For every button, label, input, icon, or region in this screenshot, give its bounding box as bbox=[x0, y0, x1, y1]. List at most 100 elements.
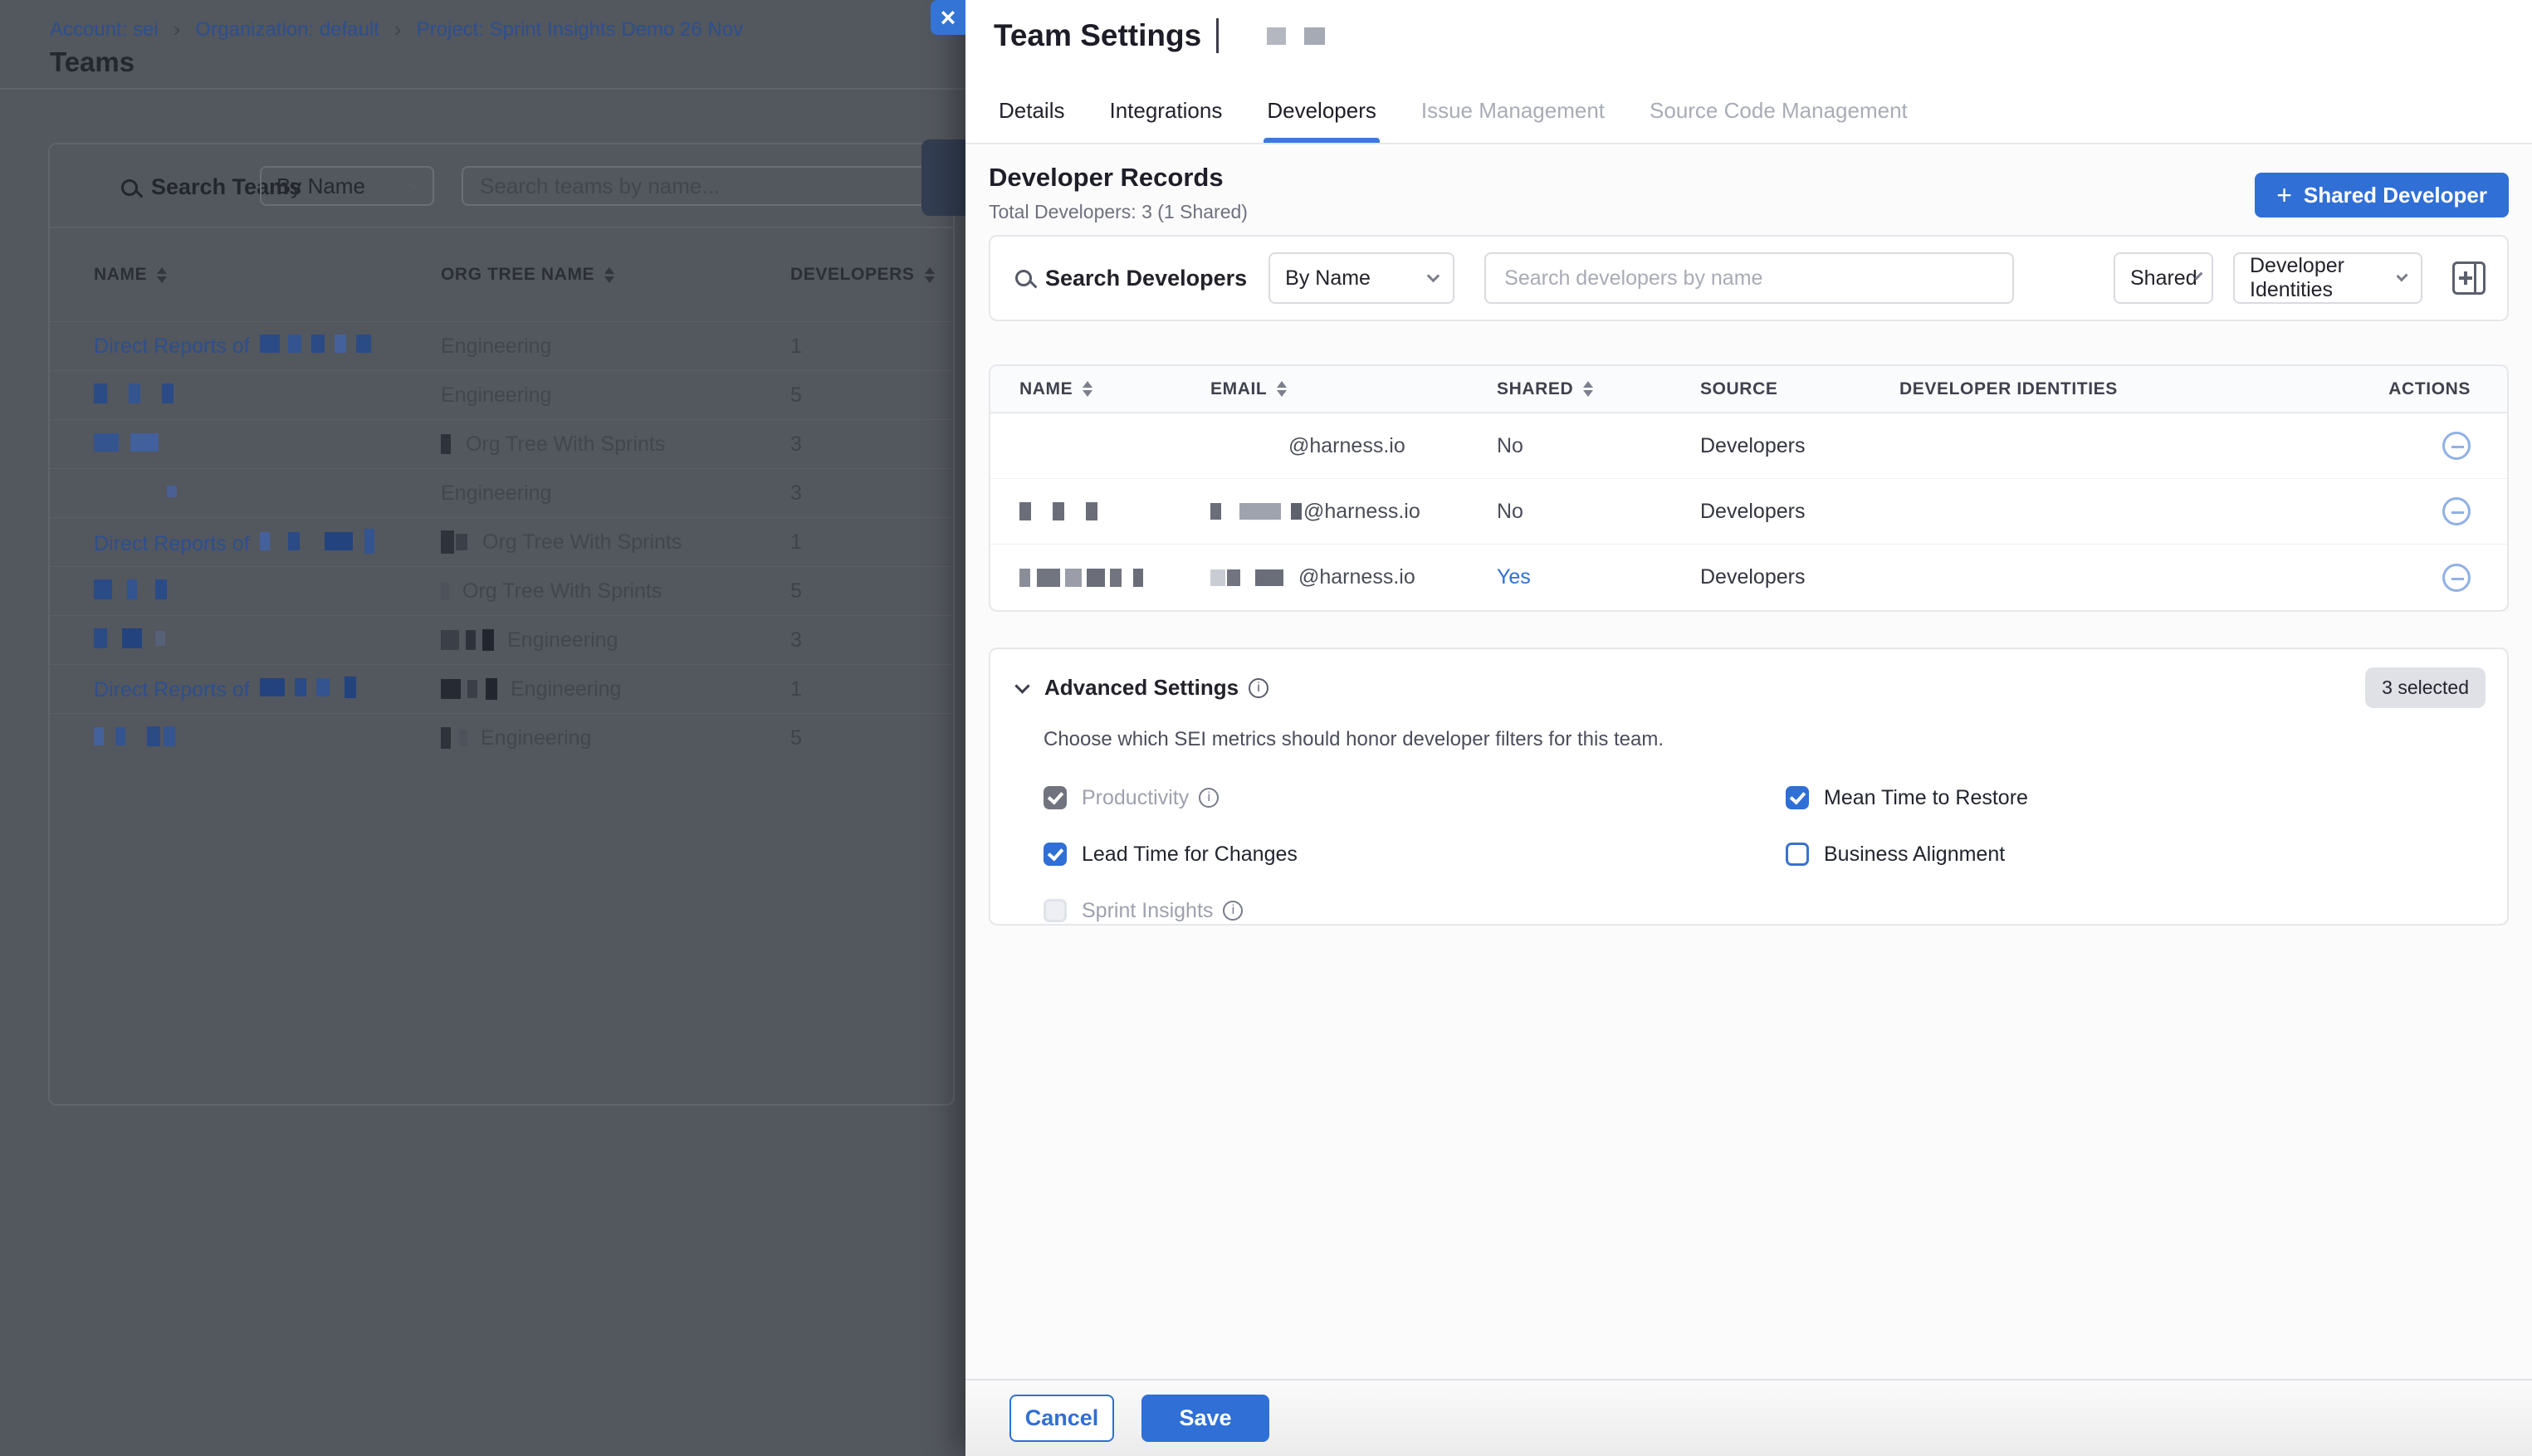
breadcrumb-item[interactable]: Project: Sprint Insights Demo 26 Nov bbox=[417, 18, 744, 42]
developer-row[interactable]: @harness.ioNoDevelopers bbox=[990, 413, 2507, 479]
column-header-name[interactable]: NAME bbox=[1019, 379, 1210, 399]
breadcrumb-separator: › bbox=[394, 17, 402, 42]
table-row[interactable]: Engineering3 bbox=[50, 615, 953, 664]
team-name-link[interactable]: Direct Reports of bbox=[94, 532, 250, 555]
metric-label: Business Alignment bbox=[1824, 843, 2005, 867]
team-name-cell bbox=[94, 486, 441, 501]
sort-icon[interactable] bbox=[925, 267, 935, 283]
table-row[interactable]: Engineering3 bbox=[50, 468, 953, 517]
developer-row[interactable]: @harness.ioNoDevelopers bbox=[990, 479, 2507, 545]
breadcrumb-item[interactable]: Account: sei bbox=[50, 18, 159, 42]
team-name-cell: Direct Reports of bbox=[94, 335, 441, 359]
redacted-org-prefix bbox=[441, 678, 504, 700]
close-button[interactable]: × bbox=[931, 0, 965, 35]
column-header-name[interactable]: NAME bbox=[94, 265, 441, 285]
checkbox-mean-time-to-restore[interactable] bbox=[1786, 786, 1809, 809]
actions-cell bbox=[2364, 497, 2471, 525]
metrics-grid: ProductivityiLead Time for ChangesSprint… bbox=[1044, 776, 2486, 932]
teams-search-bar: Search Teams By Name bbox=[50, 144, 953, 228]
developer-email-cell: @harness.io bbox=[1210, 565, 1497, 589]
metrics-column-1: ProductivityiLead Time for ChangesSprint… bbox=[1044, 776, 1786, 932]
redacted-developer-name bbox=[1019, 502, 1097, 520]
checkbox-business-alignment[interactable] bbox=[1786, 843, 1809, 866]
redacted-team-name bbox=[260, 335, 371, 353]
email-domain: @harness.io bbox=[1288, 434, 1405, 458]
chevron-down-icon bbox=[1427, 269, 1440, 282]
shared-developer-button[interactable]: + Shared Developer bbox=[2255, 173, 2509, 217]
search-icon bbox=[121, 179, 138, 196]
text-cursor bbox=[1216, 18, 1219, 53]
org-tree-name: Org Tree With Sprints bbox=[466, 432, 665, 457]
table-row[interactable]: Direct Reports ofOrg Tree With Sprints1 bbox=[50, 517, 953, 566]
developers-count: 5 bbox=[790, 579, 928, 603]
developer-row[interactable]: @harness.ioYesDevelopers bbox=[990, 545, 2507, 610]
developer-name-cell bbox=[1019, 569, 1210, 587]
redacted-org-prefix bbox=[441, 434, 459, 454]
tab-integrations[interactable]: Integrations bbox=[1106, 93, 1225, 143]
info-icon[interactable]: i bbox=[1199, 788, 1219, 808]
selected-count-badge: 3 selected bbox=[2365, 667, 2486, 708]
drawer-title: Team Settings bbox=[994, 18, 1201, 53]
team-settings-drawer: × Team Settings DetailsIntegrationsDevel… bbox=[965, 0, 2532, 1456]
column-header-email[interactable]: EMAIL bbox=[1210, 379, 1497, 399]
developer-identities-filter-select[interactable]: Developer Identities bbox=[2233, 252, 2422, 304]
table-row[interactable]: Engineering5 bbox=[50, 713, 953, 762]
add-column-icon[interactable] bbox=[2452, 261, 2486, 295]
save-button[interactable]: Save bbox=[1141, 1395, 1269, 1442]
developers-count: 5 bbox=[790, 726, 928, 750]
team-name-link[interactable]: Direct Reports of bbox=[94, 678, 250, 701]
table-row[interactable]: Engineering5 bbox=[50, 370, 953, 419]
drawer-title-row: Team Settings bbox=[994, 18, 1325, 53]
sort-icon[interactable] bbox=[604, 267, 614, 283]
advanced-settings-card: Advanced Settings i 3 selected Choose wh… bbox=[989, 647, 2509, 926]
metric-lead-time-for-changes: Lead Time for Changes bbox=[1044, 833, 1786, 876]
table-row[interactable]: Org Tree With Sprints3 bbox=[50, 419, 953, 468]
metric-label: Mean Time to Restore bbox=[1824, 786, 2028, 810]
checkbox-lead-time-for-changes[interactable] bbox=[1044, 843, 1067, 866]
org-tree-cell: Engineering bbox=[441, 726, 790, 750]
column-label: EMAIL bbox=[1210, 379, 1267, 399]
close-icon: × bbox=[941, 2, 956, 33]
org-tree-cell: Org Tree With Sprints bbox=[441, 579, 790, 603]
sort-icon[interactable] bbox=[1583, 381, 1593, 397]
tab-details[interactable]: Details bbox=[995, 93, 1068, 143]
search-developers-label: Search Developers bbox=[1015, 266, 1247, 291]
sort-icon[interactable] bbox=[157, 267, 167, 283]
column-header-org-tree-name[interactable]: ORG TREE NAME bbox=[441, 265, 790, 285]
redacted-org-prefix bbox=[441, 727, 474, 749]
table-row[interactable]: Direct Reports ofEngineering1 bbox=[50, 321, 953, 370]
column-header-source: SOURCE bbox=[1700, 379, 1899, 399]
tab-developers[interactable]: Developers bbox=[1264, 93, 1380, 143]
org-tree-name: Engineering bbox=[511, 677, 621, 701]
email-domain: @harness.io bbox=[1298, 565, 1415, 589]
breadcrumb-item[interactable]: Organization: default bbox=[195, 18, 379, 42]
team-name-link[interactable]: Direct Reports of bbox=[94, 335, 250, 358]
org-tree-cell: Engineering bbox=[441, 384, 790, 408]
search-developers-input[interactable] bbox=[1484, 252, 2014, 304]
cancel-button[interactable]: Cancel bbox=[1009, 1395, 1114, 1442]
remove-developer-icon[interactable] bbox=[2442, 497, 2471, 525]
sort-icon[interactable] bbox=[1083, 381, 1092, 397]
org-tree-name: Org Tree With Sprints bbox=[482, 530, 682, 555]
teams-filter-select[interactable]: By Name bbox=[260, 166, 434, 206]
sort-icon[interactable] bbox=[1277, 381, 1287, 397]
drawer-content: Developer Records Total Developers: 3 (1… bbox=[965, 146, 2532, 1379]
table-row[interactable]: Org Tree With Sprints5 bbox=[50, 566, 953, 615]
developer-filter-select[interactable]: By Name bbox=[1268, 252, 1454, 304]
column-header-shared[interactable]: SHARED bbox=[1497, 379, 1700, 399]
info-icon[interactable]: i bbox=[1249, 678, 1268, 698]
shared-filter-select[interactable]: Shared bbox=[2114, 252, 2213, 304]
table-row[interactable]: Direct Reports ofEngineering1 bbox=[50, 664, 953, 713]
chevron-down-icon[interactable] bbox=[1014, 678, 1029, 693]
remove-developer-icon[interactable] bbox=[2442, 564, 2471, 592]
org-tree-cell: Engineering bbox=[441, 628, 790, 652]
column-header-developers[interactable]: DEVELOPERS bbox=[790, 265, 935, 285]
org-tree-name: Engineering bbox=[507, 628, 618, 652]
org-tree-cell: Org Tree With Sprints bbox=[441, 432, 790, 457]
info-icon[interactable]: i bbox=[1223, 901, 1243, 921]
teams-table-body: Direct Reports ofEngineering1Engineering… bbox=[50, 321, 953, 762]
source-cell: Developers bbox=[1700, 500, 1899, 524]
page-title: Teams bbox=[50, 46, 134, 78]
developer-search-card: Search Developers By Name Shared Develop… bbox=[989, 235, 2509, 321]
remove-developer-icon[interactable] bbox=[2442, 432, 2471, 460]
